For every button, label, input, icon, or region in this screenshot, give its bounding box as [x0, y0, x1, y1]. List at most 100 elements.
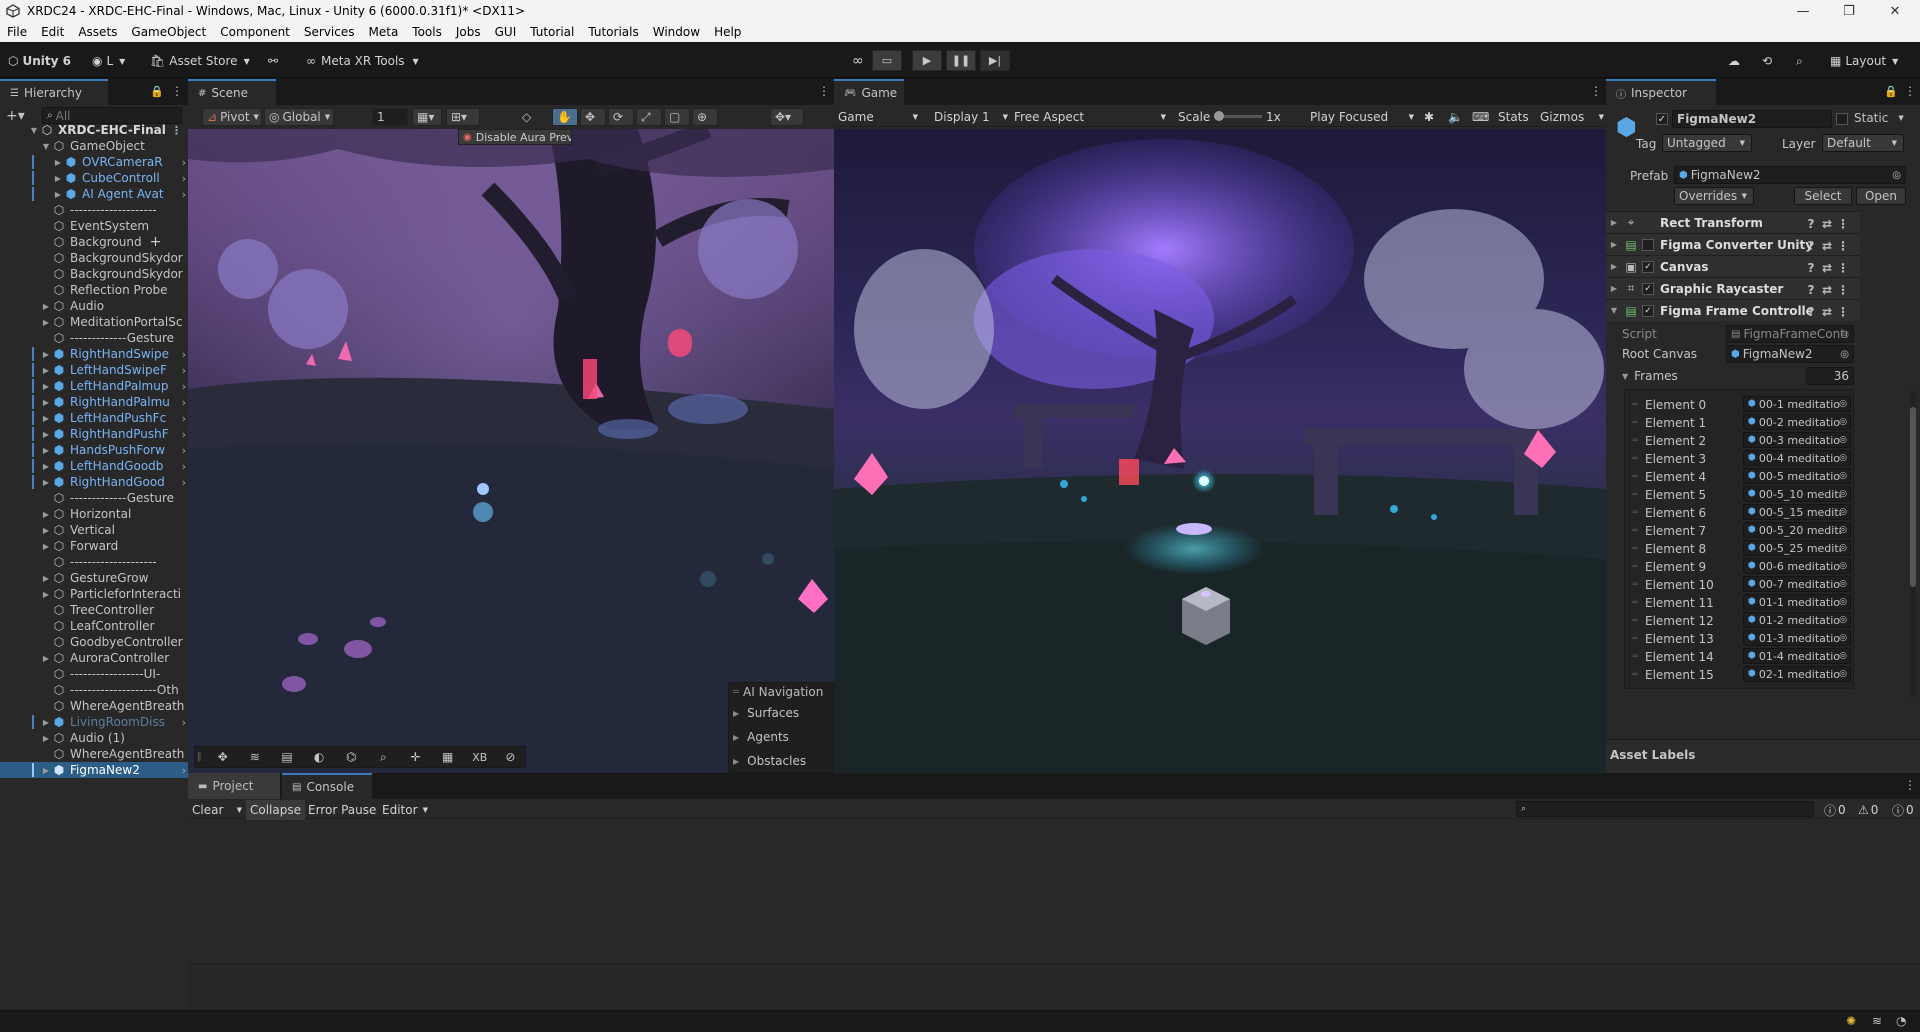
error-pause-button[interactable]: Error Pause: [308, 800, 376, 820]
play-button[interactable]: ▶: [912, 50, 942, 71]
transform-tool-icon[interactable]: ⊕: [692, 108, 718, 126]
chevron-right-icon[interactable]: ▶: [40, 718, 52, 727]
rect-tool-icon[interactable]: ▢: [664, 108, 690, 126]
hierarchy-row[interactable]: ▶ ⬢ LeftHandGoodb ›: [0, 458, 188, 474]
active-checkbox[interactable]: ✓: [1656, 113, 1668, 125]
simulator-button[interactable]: ▭: [872, 50, 902, 71]
chevron-down-icon[interactable]: ▼: [1606, 306, 1622, 315]
hierarchy-row[interactable]: ⬡ GoodbyeController: [0, 634, 188, 650]
tab-inspector[interactable]: ⓘ Inspector: [1606, 79, 1716, 105]
grid-size-input[interactable]: 1: [372, 108, 408, 126]
chevron-right-icon[interactable]: ▶: [40, 382, 52, 391]
select-button[interactable]: Select: [1794, 187, 1852, 205]
open-prefab-chevron-icon[interactable]: ›: [182, 188, 186, 201]
xb-button[interactable]: XB: [464, 751, 496, 764]
menu-edit[interactable]: Edit: [34, 25, 71, 39]
grid-snap-icon[interactable]: ▦▾: [412, 108, 442, 126]
hierarchy-row[interactable]: ▶ ⬢ RightHandGood ›: [0, 474, 188, 490]
disable-aura-preview-button[interactable]: ◉ Disable Aura Previe: [458, 129, 572, 145]
chevron-right-icon[interactable]: ▶: [1606, 262, 1622, 271]
component-enabled-checkbox[interactable]: [1642, 238, 1654, 251]
tab-game[interactable]: 🎮 Game: [834, 79, 904, 105]
chevron-right-icon[interactable]: ▶: [40, 366, 52, 375]
hierarchy-row[interactable]: ⬡ BackgroundSkydor: [0, 250, 188, 266]
tab-project[interactable]: ▬ Project: [188, 773, 280, 799]
increment-snap-icon[interactable]: ⊞▾: [446, 108, 480, 126]
target-icon[interactable]: ◎: [1892, 170, 1901, 181]
more-options-icon[interactable]: ⋮: [1904, 84, 1916, 98]
frame-object-field[interactable]: ⬢01-2 meditation_s◎: [1743, 612, 1851, 628]
open-prefab-chevron-icon[interactable]: ›: [182, 460, 186, 473]
open-prefab-chevron-icon[interactable]: ›: [182, 364, 186, 377]
view-tool-icon[interactable]: ◇: [518, 108, 544, 126]
static-dropdown[interactable]: Static ▼: [1854, 111, 1904, 125]
drag-handle-icon[interactable]: ═: [1625, 598, 1645, 608]
hierarchy-row[interactable]: ⬡ --------------------: [0, 554, 188, 570]
hierarchy-row[interactable]: ▼ ⬡ GameObject: [0, 138, 188, 154]
more-options-icon[interactable]: ⋮: [1904, 778, 1916, 792]
hierarchy-row[interactable]: ⬡ LeafController: [0, 618, 188, 634]
drag-handle-icon[interactable]: ═: [1625, 526, 1645, 536]
chevron-right-icon[interactable]: ▶: [40, 302, 52, 311]
hierarchy-row[interactable]: ▶ ⬢ RightHandPalmu ›: [0, 394, 188, 410]
info-count-button[interactable]: ⓘ 0: [1824, 800, 1846, 820]
splines-icon[interactable]: ≋: [239, 750, 271, 764]
zoom-icon[interactable]: ⌕: [367, 750, 399, 765]
drag-handle-icon[interactable]: ═: [1625, 616, 1645, 626]
drag-handle-icon[interactable]: ═: [1625, 634, 1645, 644]
meta-xr-tools-button[interactable]: ∞ Meta XR Tools ▼: [306, 51, 419, 71]
menu-jobs[interactable]: Jobs: [449, 25, 488, 39]
drag-handle-icon[interactable]: ═: [1625, 544, 1645, 554]
inspector-scrollbar[interactable]: [1910, 391, 1916, 697]
more-options-icon[interactable]: ⋮: [1834, 216, 1852, 232]
object-name-input[interactable]: FigmaNew2: [1672, 110, 1832, 128]
menu-help[interactable]: Help: [707, 25, 748, 39]
drag-handle-icon[interactable]: ═: [1625, 454, 1645, 464]
frame-object-field[interactable]: ⬢00-7 meditation_v◎: [1743, 576, 1851, 592]
layer-dropdown[interactable]: Default ▼: [1822, 134, 1904, 152]
hierarchy-row[interactable]: ▶ ⬢ HandsPushForw ›: [0, 442, 188, 458]
console-detail-area[interactable]: [188, 963, 1920, 1010]
cloud-icon[interactable]: ☁: [1728, 51, 1740, 71]
game-mode-dropdown[interactable]: Game ▼: [838, 107, 918, 127]
component-enabled-checkbox[interactable]: ✓: [1642, 282, 1654, 295]
more-options-icon[interactable]: ⋮: [1834, 304, 1852, 320]
pivot-dropdown[interactable]: ⊿ Pivot ▼: [202, 108, 262, 126]
hierarchy-row[interactable]: ⬡ Reflection Probe: [0, 282, 188, 298]
cache-server-icon[interactable]: ≋: [1872, 1014, 1882, 1028]
more-options-icon[interactable]: ⋮: [1834, 238, 1852, 254]
more-options-icon[interactable]: ⋮: [171, 84, 183, 98]
hierarchy-row[interactable]: ⬡ TreeController: [0, 602, 188, 618]
hierarchy-row[interactable]: ▶ ⬡ Audio (1): [0, 730, 188, 746]
asset-store-button[interactable]: 🛍 Asset Store ▼: [150, 51, 250, 71]
chevron-right-icon[interactable]: ▶: [40, 526, 52, 535]
frame-object-field[interactable]: ⬢00-4 meditation_a◎: [1743, 450, 1851, 466]
minimize-button[interactable]: —: [1780, 0, 1826, 22]
gizmos-dropdown[interactable]: Gizmos ▼: [1540, 107, 1604, 127]
account-dropdown[interactable]: ◉ L ▼: [92, 51, 125, 71]
add-icon[interactable]: +: [150, 234, 162, 250]
surfaces-foldout[interactable]: ▶ Surfaces: [729, 701, 833, 725]
lighting-icon[interactable]: ◐: [303, 750, 335, 764]
drag-handle-icon[interactable]: ═: [1625, 562, 1645, 572]
target-icon[interactable]: ◎: [1839, 453, 1847, 463]
scale-slider[interactable]: [1214, 111, 1262, 121]
target-icon[interactable]: ◎: [1839, 615, 1847, 625]
maximize-button[interactable]: ❐: [1826, 0, 1872, 22]
open-prefab-chevron-icon[interactable]: ›: [182, 348, 186, 361]
probe-icon[interactable]: ⌬: [335, 750, 367, 764]
drag-handle-icon[interactable]: ═: [1625, 472, 1645, 482]
status-check-icon[interactable]: ◔: [1896, 1014, 1906, 1028]
target-icon[interactable]: ◎: [1839, 417, 1847, 427]
chevron-right-icon[interactable]: ▶: [40, 590, 52, 599]
frame-object-field[interactable]: ⬢01-4 meditation_s◎: [1743, 648, 1851, 664]
chevron-right-icon[interactable]: ▶: [52, 158, 64, 167]
root-canvas-field[interactable]: ⬢ FigmaNew2 ◎: [1726, 345, 1854, 363]
open-prefab-chevron-icon[interactable]: ›: [182, 380, 186, 393]
component-enabled-checkbox[interactable]: ✓: [1642, 304, 1654, 317]
close-button[interactable]: ✕: [1872, 0, 1918, 22]
component-header[interactable]: ▼▤✓Figma Frame Controller (Scrip?⇄⋮: [1606, 299, 1860, 321]
warning-count-button[interactable]: ⚠ 0: [1858, 800, 1878, 820]
custom-tool-icon[interactable]: ✥▾: [770, 108, 804, 126]
chevron-right-icon[interactable]: ▶: [40, 654, 52, 663]
